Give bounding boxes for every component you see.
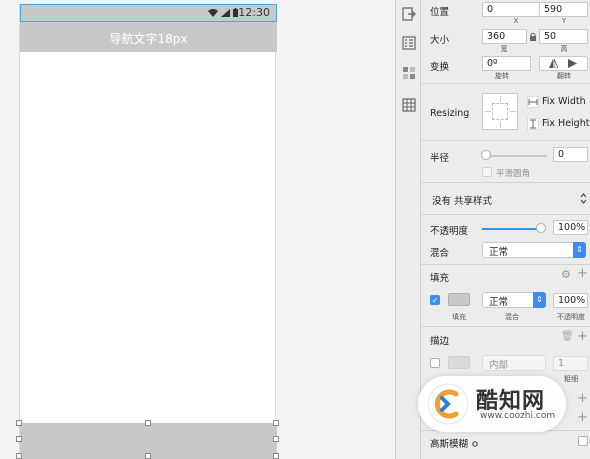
smooth-corners-label: 平滑圆角 xyxy=(496,169,531,179)
opacity-slider-knob[interactable] xyxy=(536,223,546,233)
rotate-field[interactable]: 0º xyxy=(482,56,531,71)
fill-blend-value: 正常 xyxy=(489,297,509,308)
smooth-corners-checkbox[interactable] xyxy=(482,167,492,177)
rotate-caption: 旋转 xyxy=(495,72,509,80)
width-caption: 宽 xyxy=(500,45,508,53)
selection-handle[interactable] xyxy=(16,453,22,459)
fill-color-swatch[interactable] xyxy=(448,293,470,306)
nav-bar[interactable]: 导航文字18px xyxy=(20,22,277,52)
radius-slider-knob[interactable] xyxy=(481,150,491,160)
opacity-field[interactable]: 100% xyxy=(553,220,588,235)
border-enabled-checkbox[interactable] xyxy=(430,358,440,368)
fill-opacity-field[interactable]: 100% xyxy=(553,293,588,308)
selection-handle[interactable] xyxy=(273,420,279,426)
coozhi-logo-icon xyxy=(427,383,469,425)
resizing-label: Resizing xyxy=(430,108,470,119)
shared-style-value: 没有 共享样式 xyxy=(432,196,493,207)
chevron-updown-icon: ⇕ xyxy=(573,242,586,258)
artboard[interactable]: 12:30 导航文字18px xyxy=(19,4,277,459)
resizing-widget[interactable] xyxy=(482,93,518,130)
divider xyxy=(421,326,590,327)
watermark-url: www.coozhi.com xyxy=(480,411,556,421)
components-grid-icon[interactable] xyxy=(402,66,416,80)
transform-label: 变换 xyxy=(430,62,450,73)
position-x-caption: X xyxy=(513,17,519,25)
watermark: 酷知网 www.coozhi.com xyxy=(418,376,566,432)
fix-width-icon xyxy=(527,96,539,108)
canvas[interactable]: 12:30 导航文字18px xyxy=(0,0,395,459)
height-field[interactable]: 50 xyxy=(539,29,588,44)
border-width-caption: 粗细 xyxy=(564,375,578,383)
divider xyxy=(421,140,590,141)
opacity-slider-fill xyxy=(482,228,540,230)
blend-label: 混合 xyxy=(430,248,450,259)
position-y-caption: Y xyxy=(561,17,567,25)
table-grid-icon[interactable] xyxy=(402,98,416,112)
radius-slider-track[interactable] xyxy=(485,155,547,157)
blend-select[interactable]: 正常 ⇕ xyxy=(482,242,586,258)
selection-handle[interactable] xyxy=(145,420,151,426)
wifi-icon xyxy=(208,9,218,17)
flip-vertical-icon[interactable] xyxy=(568,59,577,68)
flip-horizontal-icon[interactable] xyxy=(549,59,558,68)
height-caption: 高 xyxy=(560,45,568,53)
blur-select[interactable]: 高斯模糊 ≎ xyxy=(430,436,479,450)
selection-handle[interactable] xyxy=(16,436,22,442)
nav-title: 导航文字18px xyxy=(109,32,188,46)
blend-value: 正常 xyxy=(489,247,509,258)
fix-height-toggle[interactable]: Fix Height xyxy=(527,117,589,131)
border-position-value: 内部 xyxy=(489,360,509,371)
battery-icon xyxy=(233,8,238,17)
fill-enabled-checkbox[interactable]: ✓ xyxy=(430,295,440,305)
fill-blend-select[interactable]: 正常 ⇕ xyxy=(482,292,546,308)
add-shadow-plus-icon[interactable]: + xyxy=(577,391,588,406)
position-y-field[interactable]: 590 xyxy=(539,2,588,17)
fill-swatch-caption: 填充 xyxy=(452,313,466,321)
radius-label: 半径 xyxy=(430,153,450,164)
status-icons xyxy=(208,8,238,17)
radius-field[interactable]: 0 xyxy=(553,147,588,162)
selection-handle[interactable] xyxy=(273,453,279,459)
shared-style-select[interactable]: 没有 共享样式 xyxy=(425,188,587,210)
selection-handle[interactable] xyxy=(145,453,151,459)
lock-icon[interactable] xyxy=(529,32,537,41)
divider xyxy=(421,83,590,84)
fill-opacity-caption: 不透明度 xyxy=(557,313,585,321)
status-time: 12:30 xyxy=(238,6,270,19)
flip-buttons[interactable] xyxy=(539,56,588,71)
fix-width-label: Fix Width xyxy=(542,96,586,107)
flip-caption: 翻转 xyxy=(557,72,571,80)
position-label: 位置 xyxy=(430,7,450,18)
export-arrow-icon[interactable] xyxy=(402,7,416,21)
selection-handle[interactable] xyxy=(16,420,22,426)
chevron-updown-icon: ⇕ xyxy=(533,292,546,308)
fix-height-icon xyxy=(527,118,539,130)
add-inner-shadow-plus-icon[interactable]: + xyxy=(577,410,588,425)
border-color-swatch[interactable] xyxy=(448,356,470,369)
fill-settings-gear-icon[interactable]: ⚙ xyxy=(561,268,571,281)
signal-icon xyxy=(221,9,230,17)
border-position-select[interactable]: 内部 xyxy=(482,355,546,371)
add-border-plus-icon[interactable]: + xyxy=(577,329,588,344)
fills-header: 填充 xyxy=(430,273,450,284)
opacity-label: 不透明度 xyxy=(430,226,469,237)
fix-height-label: Fix Height xyxy=(542,118,590,129)
blur-enabled-checkbox[interactable] xyxy=(578,436,588,446)
selection-handle[interactable] xyxy=(273,436,279,442)
chevron-updown-icon xyxy=(580,193,587,204)
inspector-list-icon[interactable] xyxy=(402,36,416,50)
divider xyxy=(421,214,590,215)
inspector-tab-strip xyxy=(395,0,421,459)
borders-header: 描边 xyxy=(430,336,450,347)
trash-icon[interactable]: 🗑 xyxy=(561,331,574,342)
width-field[interactable]: 360 xyxy=(482,29,527,44)
status-bar[interactable]: 12:30 xyxy=(20,4,277,22)
divider xyxy=(421,264,590,265)
divider xyxy=(421,182,590,183)
border-width-field[interactable]: 1 xyxy=(553,356,588,371)
fix-width-toggle[interactable]: Fix Width xyxy=(527,95,589,109)
fill-blend-caption: 混合 xyxy=(505,313,519,321)
add-fill-plus-icon[interactable]: + xyxy=(577,266,588,281)
size-label: 大小 xyxy=(430,35,450,46)
